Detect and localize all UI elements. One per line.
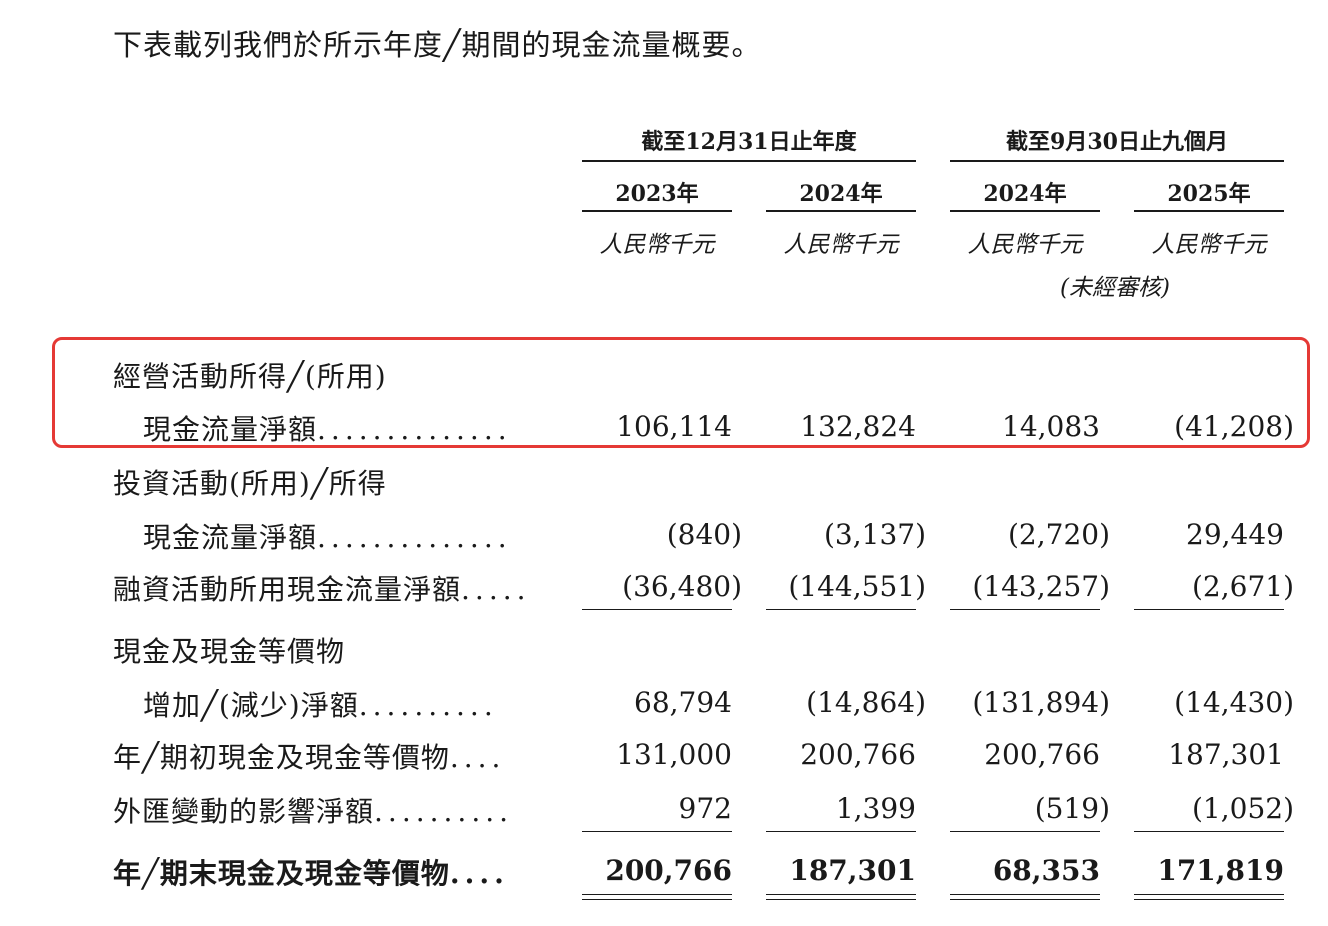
subtotal-rule	[1134, 609, 1284, 610]
value-financing-2023: (36,480)	[622, 570, 742, 603]
value-investing-2023: (840)	[666, 518, 742, 551]
value-investing-2024a: (3,137)	[823, 518, 926, 551]
subtotal-rule	[582, 831, 732, 832]
header-year-2024b: 2024年	[950, 176, 1100, 212]
value-operating-2025: (41,208)	[1174, 410, 1294, 443]
subtotal-rule	[950, 609, 1100, 610]
value-closing-2023: 200,766	[605, 854, 732, 887]
subtotal-rule	[766, 831, 916, 832]
row-label-net-change-2: 增加╱(減少)淨額..........	[143, 689, 498, 722]
header-year-2025: 2025年	[1134, 176, 1284, 212]
total-double-rule	[950, 894, 1100, 900]
value-financing-2024a: (144,551)	[788, 570, 926, 603]
value-opening-2025: 187,301	[1168, 738, 1284, 771]
total-double-rule	[582, 894, 732, 900]
value-fx-2024b: (519)	[1034, 792, 1110, 825]
subtotal-rule	[950, 831, 1100, 832]
value-net-change-2025: (14,430)	[1174, 686, 1294, 719]
value-fx-2025: (1,052)	[1191, 792, 1294, 825]
subtotal-rule	[582, 609, 732, 610]
value-closing-2024b: 68,353	[992, 854, 1100, 887]
intro-text: 下表載列我們於所示年度╱期間的現金流量概要。	[113, 28, 762, 62]
value-fx-2023: 972	[678, 792, 732, 825]
row-label-net-change-1: 現金及現金等價物	[113, 635, 346, 668]
row-label-closing: 年╱期末現金及現金等價物....	[113, 857, 509, 890]
row-label-investing-1: 投資活動(所用)╱所得	[113, 467, 387, 500]
header-year-2024a: 2024年	[766, 176, 916, 212]
unit-label: 人民幣千元	[599, 232, 715, 258]
unit-label: 人民幣千元	[1151, 232, 1267, 258]
value-net-change-2023: 68,794	[634, 686, 732, 719]
total-double-rule	[766, 894, 916, 900]
header-group-year-ended: 截至12月31日止年度	[582, 124, 916, 162]
value-investing-2024b: (2,720)	[1007, 518, 1110, 551]
subtotal-rule	[766, 609, 916, 610]
row-label-opening: 年╱期初現金及現金等價物....	[113, 741, 506, 774]
value-investing-2025: 29,449	[1186, 518, 1284, 551]
row-label-operating-1: 經營活動所得╱(所用)	[113, 360, 387, 393]
value-operating-2024b: 14,083	[1002, 410, 1100, 443]
value-net-change-2024b: (131,894)	[972, 686, 1110, 719]
row-label-operating-2: 現金流量淨額..............	[143, 413, 512, 446]
value-opening-2024a: 200,766	[800, 738, 916, 771]
row-label-financing: 融資活動所用現金流量淨額.....	[113, 573, 531, 606]
value-closing-2025: 171,819	[1157, 854, 1284, 887]
value-opening-2024b: 200,766	[984, 738, 1100, 771]
row-label-fx: 外匯變動的影響淨額..........	[113, 795, 514, 828]
value-opening-2023: 131,000	[616, 738, 732, 771]
value-fx-2024a: 1,399	[835, 792, 916, 825]
value-net-change-2024a: (14,864)	[806, 686, 926, 719]
total-double-rule	[1134, 894, 1284, 900]
header-group-label: 截至12月31日止年度	[641, 129, 857, 155]
unit-label: 人民幣千元	[967, 232, 1083, 258]
value-operating-2024a: 132,824	[800, 410, 916, 443]
subtotal-rule	[1134, 831, 1284, 832]
row-label-investing-2: 現金流量淨額..............	[143, 521, 512, 554]
header-group-nine-months: 截至9月30日止九個月	[950, 124, 1284, 162]
value-financing-2024b: (143,257)	[972, 570, 1110, 603]
value-financing-2025: (2,671)	[1191, 570, 1294, 603]
unaudited-label: (未經審核)	[1060, 275, 1170, 301]
value-closing-2024a: 187,301	[789, 854, 916, 887]
unit-label: 人民幣千元	[783, 232, 899, 258]
value-operating-2023: 106,114	[616, 410, 732, 443]
header-year-2023: 2023年	[582, 176, 732, 212]
header-group-label: 截至9月30日止九個月	[1006, 129, 1228, 155]
